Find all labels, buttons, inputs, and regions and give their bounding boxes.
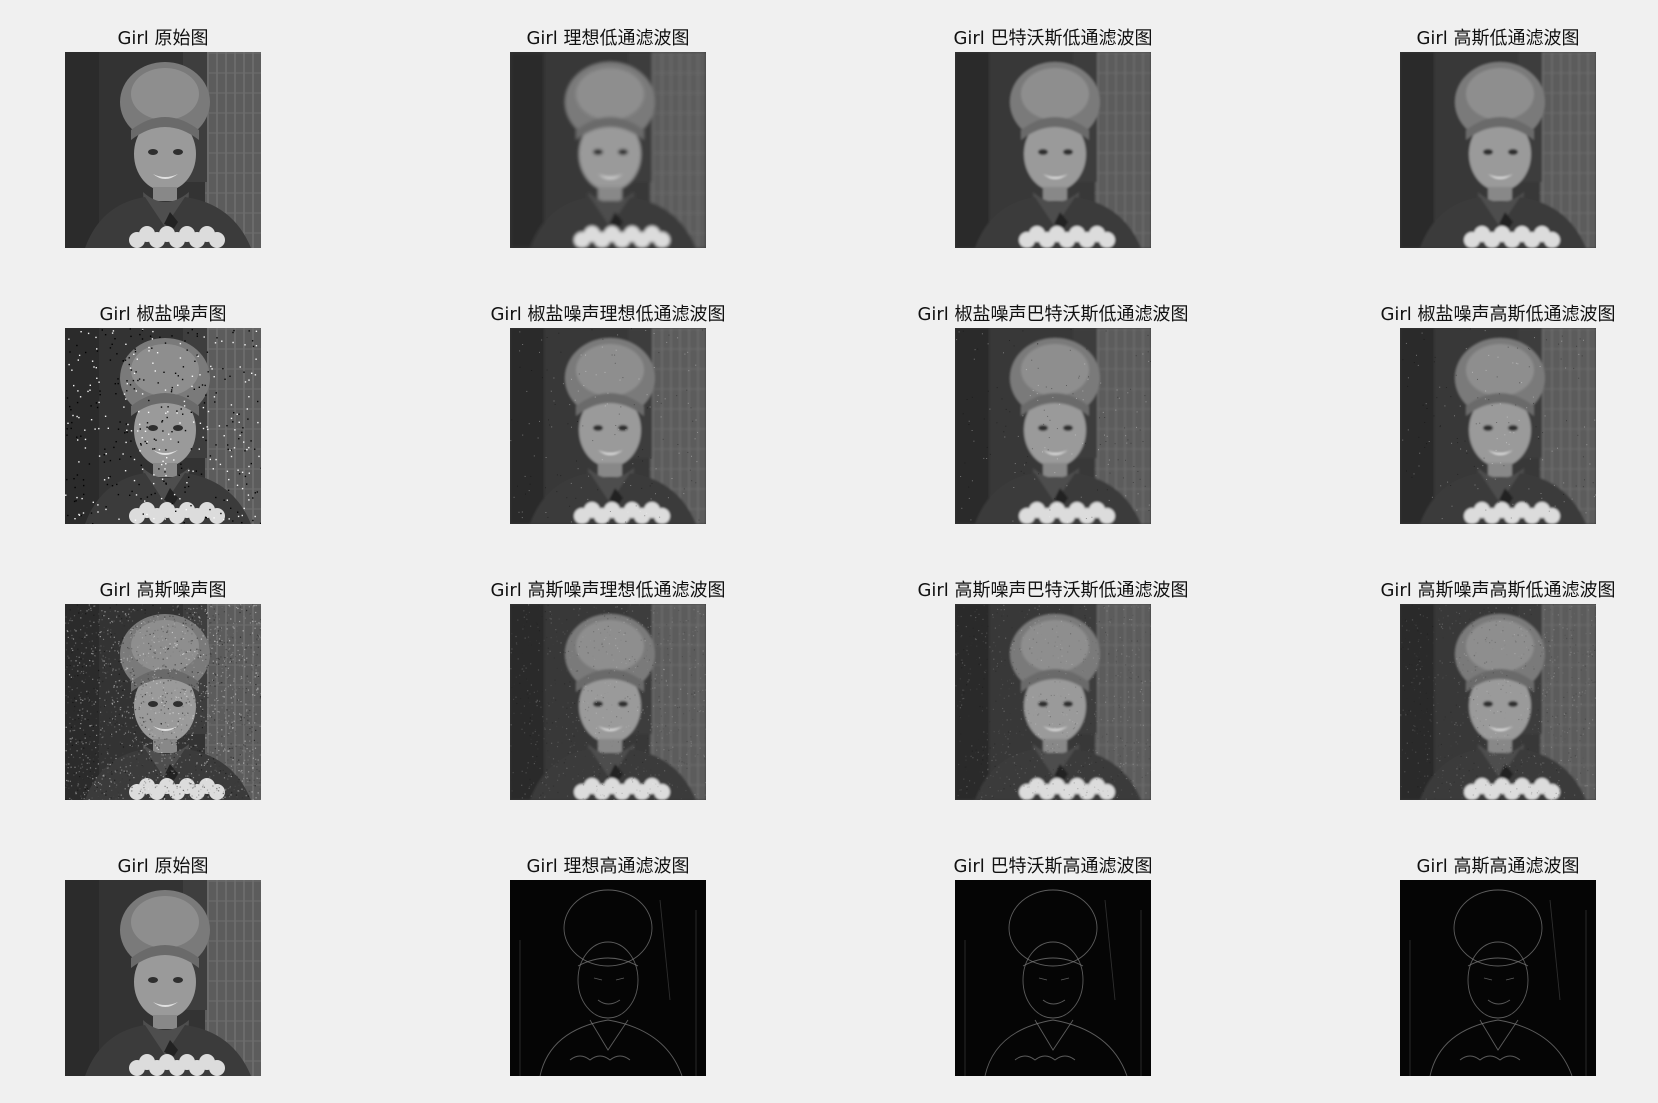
portrait-image bbox=[510, 880, 706, 1076]
subplot-image bbox=[955, 52, 1151, 248]
subplot-image bbox=[510, 604, 706, 800]
subplot-8: Girl 椒盐噪声高斯低通滤波图 bbox=[1380, 304, 1616, 526]
portrait-image bbox=[65, 880, 261, 1076]
subplot-image bbox=[1400, 328, 1596, 524]
subplot-2: Girl 理想低通滤波图 bbox=[510, 28, 706, 250]
subplot-title: Girl 椒盐噪声高斯低通滤波图 bbox=[1380, 304, 1616, 325]
portrait-image bbox=[1400, 52, 1596, 248]
subplot-image bbox=[1400, 604, 1596, 800]
subplot-image bbox=[955, 604, 1151, 800]
subplot-5: Girl 椒盐噪声图 bbox=[65, 304, 261, 526]
subplot-13: Girl 原始图 bbox=[65, 856, 261, 1078]
subplot-title: Girl 巴特沃斯高通滤波图 bbox=[953, 856, 1153, 877]
subplot-4: Girl 高斯低通滤波图 bbox=[1400, 28, 1596, 250]
portrait-image bbox=[510, 328, 706, 524]
subplot-title: Girl 高斯高通滤波图 bbox=[1416, 856, 1580, 877]
portrait-image bbox=[955, 604, 1151, 800]
subplot-title: Girl 高斯低通滤波图 bbox=[1416, 28, 1580, 49]
subplot-12: Girl 高斯噪声高斯低通滤波图 bbox=[1380, 580, 1616, 802]
subplot-title: Girl 高斯噪声理想低通滤波图 bbox=[490, 580, 726, 601]
portrait-image bbox=[955, 328, 1151, 524]
subplot-title: Girl 理想低通滤波图 bbox=[526, 28, 690, 49]
portrait-image bbox=[65, 604, 261, 800]
subplot-9: Girl 高斯噪声图 bbox=[65, 580, 261, 802]
subplot-title: Girl 椒盐噪声图 bbox=[99, 304, 227, 325]
portrait-image bbox=[1400, 880, 1596, 1076]
portrait-image bbox=[65, 328, 261, 524]
subplot-title: Girl 巴特沃斯低通滤波图 bbox=[953, 28, 1153, 49]
portrait-image bbox=[1400, 328, 1596, 524]
subplot-3: Girl 巴特沃斯低通滤波图 bbox=[953, 28, 1153, 250]
subplot-image bbox=[65, 604, 261, 800]
subplot-title: Girl 高斯噪声巴特沃斯低通滤波图 bbox=[917, 580, 1189, 601]
subplot-image bbox=[955, 880, 1151, 1076]
subplot-image bbox=[65, 52, 261, 248]
subplot-1: Girl 原始图 bbox=[65, 28, 261, 250]
subplot-title: Girl 原始图 bbox=[117, 28, 209, 49]
subplot-7: Girl 椒盐噪声巴特沃斯低通滤波图 bbox=[917, 304, 1189, 526]
subplot-image bbox=[510, 328, 706, 524]
portrait-image bbox=[510, 52, 706, 248]
portrait-image bbox=[1400, 604, 1596, 800]
subplot-11: Girl 高斯噪声巴特沃斯低通滤波图 bbox=[917, 580, 1189, 802]
subplot-15: Girl 巴特沃斯高通滤波图 bbox=[953, 856, 1153, 1078]
subplot-image bbox=[65, 880, 261, 1076]
subplot-image bbox=[65, 328, 261, 524]
subplot-title: Girl 椒盐噪声理想低通滤波图 bbox=[490, 304, 726, 325]
subplot-14: Girl 理想高通滤波图 bbox=[510, 856, 706, 1078]
subplot-image bbox=[510, 880, 706, 1076]
subplot-image bbox=[1400, 880, 1596, 1076]
subplot-image bbox=[1400, 52, 1596, 248]
subplot-image bbox=[955, 328, 1151, 524]
subplot-image bbox=[510, 52, 706, 248]
subplot-10: Girl 高斯噪声理想低通滤波图 bbox=[490, 580, 726, 802]
portrait-image bbox=[65, 52, 261, 248]
figure-canvas: Girl 原始图 Girl 理想低通滤波图 Girl 巴特沃斯低通滤波图 Girl 高… bbox=[0, 0, 1658, 1103]
portrait-image bbox=[510, 604, 706, 800]
portrait-image bbox=[955, 52, 1151, 248]
subplot-6: Girl 椒盐噪声理想低通滤波图 bbox=[490, 304, 726, 526]
subplot-16: Girl 高斯高通滤波图 bbox=[1400, 856, 1596, 1078]
subplot-title: Girl 高斯噪声高斯低通滤波图 bbox=[1380, 580, 1616, 601]
subplot-title: Girl 理想高通滤波图 bbox=[526, 856, 690, 877]
subplot-title: Girl 椒盐噪声巴特沃斯低通滤波图 bbox=[917, 304, 1189, 325]
subplot-title: Girl 原始图 bbox=[117, 856, 209, 877]
subplot-title: Girl 高斯噪声图 bbox=[99, 580, 227, 601]
portrait-image bbox=[955, 880, 1151, 1076]
